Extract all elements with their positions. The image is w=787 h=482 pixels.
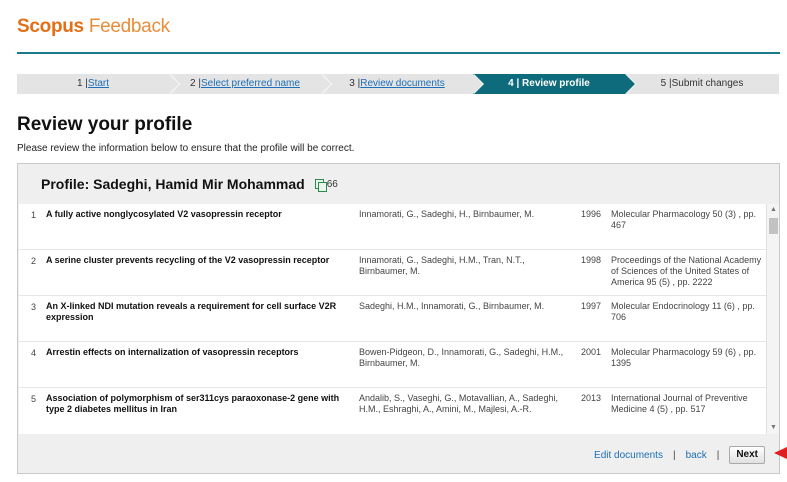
page-title: Review your profile [17,114,193,135]
doc-source: Proceedings of the National Academy of S… [611,255,762,287]
doc-title: A fully active nonglycosylated V2 vasopr… [46,209,282,219]
panel-footer: Edit documents | back | Next [18,434,779,474]
scopus-feedback-logo: Scopus Feedback [17,16,780,38]
step-review-documents[interactable]: 3 |Review documents [321,74,484,94]
doc-authors: Innamorati, G., Sadeghi, H.M., Tran, N.T… [359,255,525,276]
document-list-scrollbar[interactable]: ▲ ▼ [766,204,779,434]
doc-year: 1997 [581,301,602,311]
step-number: 2 | [190,78,201,89]
doc-year: 1996 [581,209,602,219]
document-count-value: 66 [326,178,338,190]
step-number: 1 | [76,78,88,89]
intro-text: Please review the information below to e… [17,143,355,154]
step-select-preferred-name-link[interactable]: Select preferred name [201,78,300,89]
doc-authors: Bowen-Pidgeon, D., Innamorati, G., Sadeg… [359,347,564,368]
document-row: 4 Arrestin effects on internalization of… [19,342,766,388]
doc-title: A serine cluster prevents recycling of t… [46,255,330,265]
doc-authors: Andalib, S., Vaseghi, G., Motavallian, A… [359,393,558,414]
document-row: 3 An X-linked NDI mutation reveals a req… [19,296,766,342]
doc-title: Association of polymorphism of ser311cys… [46,393,340,414]
progress-steps: 1 |Start 2 |Select preferred name 3 |Rev… [17,74,779,94]
next-button[interactable]: Next [729,446,765,464]
step-review-profile-label: Review profile [522,78,590,89]
step-review-profile-current: 4 | Review profile [473,74,636,94]
profile-panel: Profile: Sadeghi, Hamid Mir Mohammad 66 … [17,163,780,474]
doc-authors: Sadeghi, H.M., Innamorati, G., Birnbaume… [359,301,545,311]
brand-scopus: Scopus [17,16,84,37]
step-submit-changes: 5 |Submit changes [625,74,779,94]
doc-number: 5 [31,394,37,404]
doc-year: 2013 [581,393,602,403]
profile-header: Profile: Sadeghi, Hamid Mir Mohammad 66 [18,164,779,204]
step-review-documents-link[interactable]: Review documents [360,78,444,89]
doc-authors: Innamorati, G., Sadeghi, H., Birnbaumer,… [359,209,535,219]
doc-number: 2 [31,256,37,266]
step-number: 3 | [349,78,361,89]
document-count: 66 [314,178,338,192]
doc-number: 4 [31,348,37,358]
brand-feedback: Feedback [88,16,170,37]
footer-actions: Edit documents | back | Next [594,446,765,464]
back-link[interactable]: back [686,450,707,461]
doc-year: 1998 [581,255,602,265]
page-header: Scopus Feedback [17,16,780,54]
doc-source: Molecular Endocrinology 11 (6) , pp. 706 [611,301,755,322]
documents-icon [314,178,327,192]
scrollbar-thumb[interactable] [769,218,778,234]
doc-title: Arrestin effects on internalization of v… [46,347,299,357]
step-start[interactable]: 1 |Start [17,74,180,94]
separator: | [716,449,720,461]
step-number: 5 | [660,78,672,89]
edit-documents-link[interactable]: Edit documents [594,450,663,461]
step-submit-changes-label: Submit changes [671,78,744,89]
scroll-down-arrow-icon[interactable]: ▼ [767,422,780,434]
doc-source: International Journal of Preventive Medi… [611,393,748,414]
step-select-preferred-name[interactable]: 2 |Select preferred name [169,74,332,94]
document-list[interactable]: 1 A fully active nonglycosylated V2 vaso… [19,204,766,434]
separator: | [672,449,676,461]
doc-number: 1 [31,210,37,220]
doc-source: Molecular Pharmacology 59 (6) , pp. 1395 [611,347,757,368]
profile-name: Profile: Sadeghi, Hamid Mir Mohammad [41,176,305,192]
document-row: 1 A fully active nonglycosylated V2 vaso… [19,204,766,250]
doc-title: An X-linked NDI mutation reveals a requi… [46,301,337,322]
step-start-link[interactable]: Start [88,78,109,89]
doc-year: 2001 [581,347,602,357]
document-row: 2 A serine cluster prevents recycling of… [19,250,766,296]
scroll-up-arrow-icon[interactable]: ▲ [767,204,780,216]
doc-source: Molecular Pharmacology 50 (3) , pp. 467 [611,209,757,230]
document-row: 5 Association of polymorphism of ser311c… [19,388,766,434]
doc-number: 3 [31,302,37,312]
red-pointer-icon [774,447,787,459]
step-number: 4 | [508,78,520,89]
